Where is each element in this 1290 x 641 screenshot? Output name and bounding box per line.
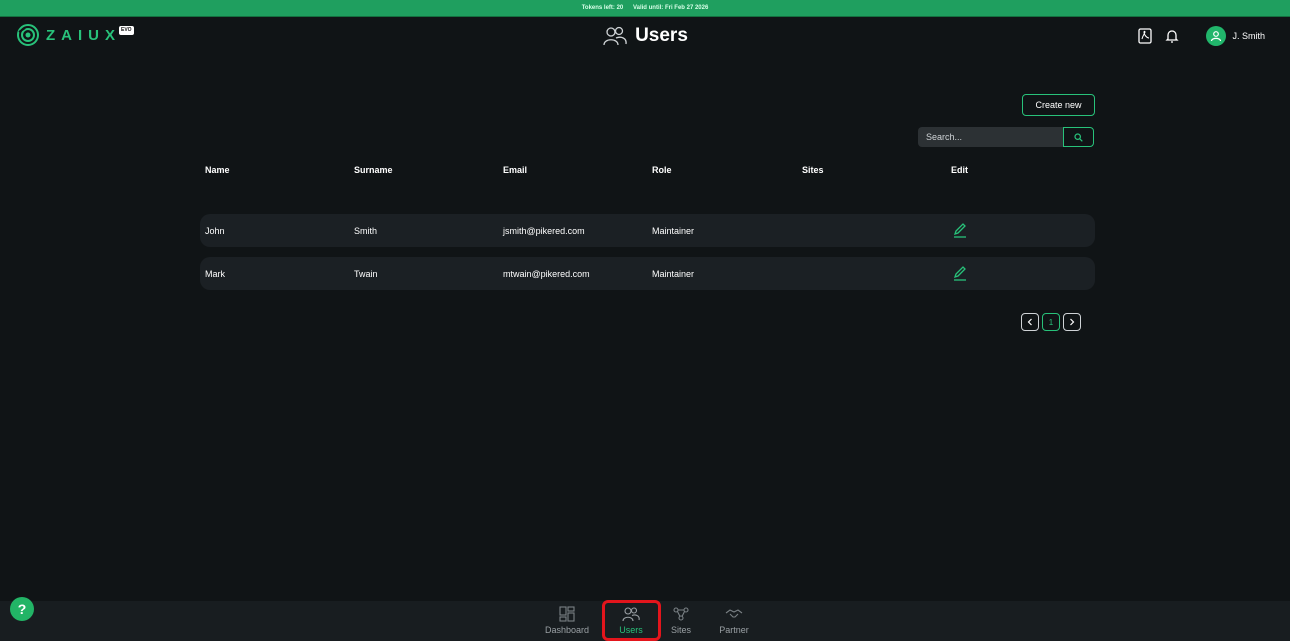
edit-pencil-icon[interactable] [952, 222, 968, 238]
page-title-text: Users [635, 25, 688, 46]
nav-label-partner: Partner [719, 625, 749, 635]
column-header-email: Email [503, 165, 528, 175]
cell-email: mtwain@pikered.com [503, 269, 590, 279]
avatar [1206, 26, 1227, 46]
help-button[interactable]: ? [10, 597, 34, 621]
active-nav-highlight [602, 600, 661, 641]
bell-icon[interactable] [1165, 28, 1180, 44]
cell-role: Maintainer [652, 226, 695, 236]
pagination: 1 [1021, 313, 1081, 331]
nav-label-dashboard: Dashboard [544, 625, 590, 635]
users-icon [603, 26, 627, 46]
cell-surname: Twain [354, 269, 378, 279]
column-header-surname: Surname [354, 165, 393, 175]
edit-pencil-icon[interactable] [952, 265, 968, 281]
cell-name: John [205, 226, 225, 236]
nav-item-sites[interactable]: Sites [666, 606, 696, 635]
search-icon [1074, 132, 1083, 142]
search-input[interactable] [918, 127, 1063, 147]
user-avatar-icon [1211, 31, 1222, 42]
cell-surname: Smith [354, 226, 378, 236]
partner-icon [725, 609, 743, 618]
app-header: ZAIUX EVO Users J. Smith [0, 17, 1290, 57]
chevron-left-icon [1027, 318, 1032, 326]
page-number-button[interactable]: 1 [1042, 313, 1060, 331]
page-title: Users [0, 25, 1290, 47]
column-header-sites: Sites [802, 165, 824, 175]
cell-name: Mark [205, 269, 225, 279]
cell-email: jsmith@pikered.com [503, 226, 585, 236]
nav-item-dashboard[interactable]: Dashboard [539, 606, 595, 635]
valid-until-text: Valid until: Fri Feb 27 2026 [632, 5, 709, 11]
column-header-name: Name [205, 165, 230, 175]
search-bar [918, 127, 1094, 147]
user-menu[interactable]: J. Smith [1206, 26, 1265, 46]
tokens-left-text: Tokens left: 20 [581, 5, 624, 11]
header-actions: J. Smith [1138, 26, 1265, 46]
dashboard-icon [559, 606, 575, 622]
nav-item-partner[interactable]: Partner [714, 606, 754, 635]
nav-label-sites: Sites [670, 625, 691, 635]
prev-page-button[interactable] [1021, 313, 1039, 331]
column-header-role: Role [652, 165, 672, 175]
chevron-right-icon [1070, 318, 1075, 326]
pdf-icon[interactable] [1138, 28, 1153, 44]
user-name: J. Smith [1232, 31, 1265, 41]
token-banner: Tokens left: 20 Valid until: Fri Feb 27 … [0, 0, 1290, 17]
create-new-button[interactable]: Create new [1022, 94, 1095, 116]
search-button[interactable] [1063, 127, 1094, 147]
column-header-edit: Edit [951, 165, 968, 175]
table-row: Mark Twain mtwain@pikered.com Maintainer [200, 257, 1095, 290]
sites-icon [673, 607, 689, 621]
next-page-button[interactable] [1063, 313, 1081, 331]
table-row: John Smith jsmith@pikered.com Maintainer [200, 214, 1095, 247]
cell-role: Maintainer [652, 269, 695, 279]
